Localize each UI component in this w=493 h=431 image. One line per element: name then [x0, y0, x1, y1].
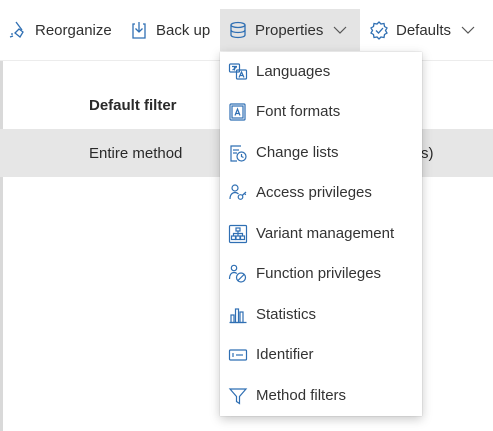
languages-icon	[228, 63, 248, 80]
function-privileges-icon	[228, 264, 247, 283]
menu-item-languages[interactable]: Languages	[220, 52, 422, 92]
back-up-label: Back up	[156, 21, 211, 39]
cell-entire-method: Entire method	[89, 145, 183, 162]
menu-item-change-lists[interactable]: Change lists	[220, 133, 422, 173]
identifier-icon	[228, 349, 248, 361]
reorganize-label: Reorganize	[35, 21, 112, 39]
menu-item-label: Statistics	[256, 306, 317, 323]
broom-icon	[9, 21, 24, 38]
database-icon	[230, 21, 246, 39]
menu-item-label: Access privileges	[256, 184, 372, 201]
column-header-default-filter: Default filter	[89, 97, 177, 114]
menu-item-font-formats[interactable]: Font formats	[220, 92, 422, 132]
back-up-button[interactable]: Back up	[126, 9, 216, 51]
change-lists-icon	[230, 145, 247, 162]
menu-item-identifier[interactable]: Identifier	[220, 335, 422, 375]
menu-item-function-privileges[interactable]: Function privileges	[220, 254, 422, 294]
properties-menu: Languages Font formats Change lists Acce…	[220, 52, 422, 416]
backup-icon	[132, 22, 146, 39]
menu-item-label: Variant management	[256, 225, 395, 242]
menu-item-label: Languages	[256, 63, 331, 80]
menu-item-label: Change lists	[256, 144, 339, 161]
menu-item-label: Identifier	[256, 346, 314, 363]
reorganize-button[interactable]: Reorganize	[6, 9, 116, 51]
method-filters-icon	[228, 388, 248, 405]
menu-item-statistics[interactable]: Statistics	[220, 295, 422, 335]
menu-item-label: Method filters	[256, 387, 347, 404]
chevron-down-icon	[461, 26, 475, 34]
variant-management-icon	[228, 224, 248, 244]
statistics-icon	[229, 308, 247, 324]
font-formats-icon	[229, 103, 246, 121]
defaults-button[interactable]: Defaults	[366, 9, 490, 51]
cell-partial-text: s)	[421, 145, 434, 162]
properties-label: Properties	[255, 21, 324, 39]
menu-item-access-privileges[interactable]: Access privileges	[220, 173, 422, 213]
menu-item-method-filters[interactable]: Method filters	[220, 376, 422, 416]
chevron-down-icon	[333, 26, 347, 34]
defaults-label: Defaults	[396, 21, 452, 39]
menu-item-label: Function privileges	[256, 265, 382, 282]
menu-item-variant-management[interactable]: Variant management	[220, 214, 422, 254]
access-privileges-icon	[229, 184, 247, 200]
menu-item-label: Font formats	[256, 103, 341, 120]
gear-check-icon	[370, 21, 388, 40]
properties-button[interactable]: Properties	[220, 9, 360, 51]
